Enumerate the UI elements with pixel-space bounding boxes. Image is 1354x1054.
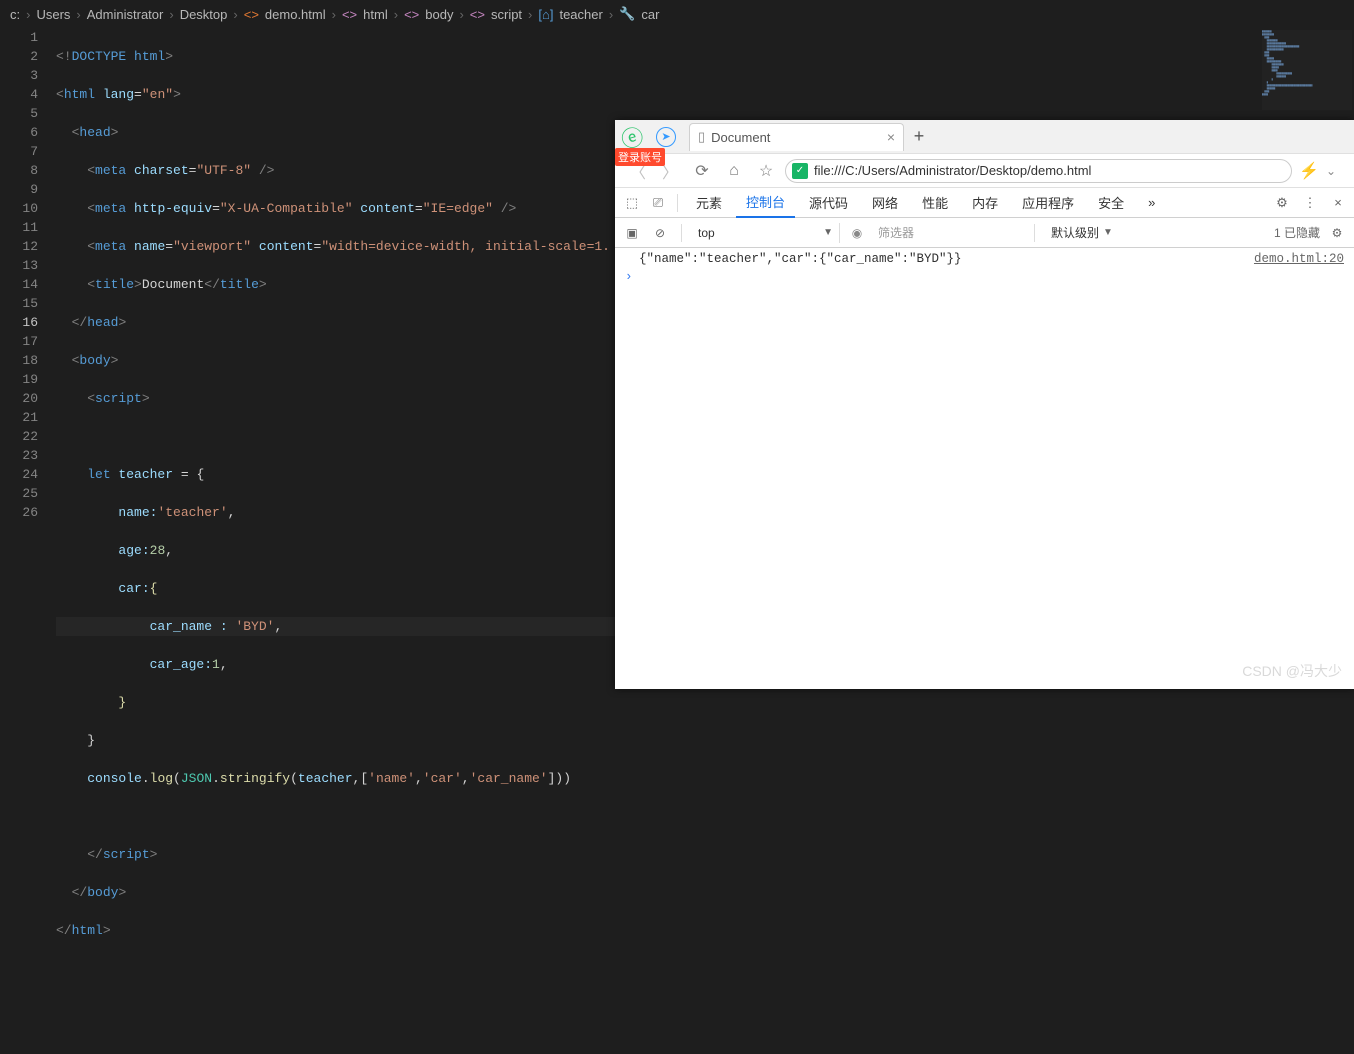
address-bar: 〈 〉 ⟳ ⌂ ☆ ✓ file:///C:/Users/Administrat… [615,154,1354,188]
chevron-right-icon: › [528,7,532,22]
tab-sources[interactable]: 源代码 [799,188,858,218]
tab-elements[interactable]: 元素 [686,188,732,218]
chevron-down-icon: ▼ [1103,227,1113,238]
minimap[interactable]: ██████████████████ ████ █████████ ██████… [1262,30,1352,110]
bc-desktop[interactable]: Desktop [180,7,228,22]
html-file-icon: <> [244,7,259,22]
url-text: file:///C:/Users/Administrator/Desktop/d… [814,163,1091,178]
console-prompt[interactable]: › [625,270,1344,284]
chevron-right-icon: › [332,7,336,22]
console-output[interactable]: {"name":"teacher","car":{"car_name":"BYD… [615,248,1354,689]
watermark: CSDN @冯大少 [1242,661,1342,681]
login-badge[interactable]: 登录账号 [615,148,665,166]
bc-car[interactable]: car [641,7,659,22]
browser-window: 登录账号 ⓔ ➤ ▯ Document × + 〈 〉 ⟳ ⌂ ☆ ✓ file… [615,120,1354,689]
tab-network[interactable]: 网络 [862,188,908,218]
browser-tab[interactable]: ▯ Document × [689,123,904,151]
close-tab-icon[interactable]: × [887,129,895,145]
separator [681,224,682,242]
bc-admin[interactable]: Administrator [87,7,164,22]
log-source-link[interactable]: demo.html:20 [1254,252,1344,266]
tab-memory[interactable]: 内存 [962,188,1008,218]
breadcrumb: c: › Users › Administrator › Desktop › <> de… [0,0,1354,28]
filter-input[interactable]: 筛选器 [874,223,1024,243]
clear-icon[interactable]: ⊘ [649,226,671,240]
chevron-right-icon: › [169,7,173,22]
console-filterbar: ▣ ⊘ top ▼ ◉ 筛选器 默认级别 ▼ 1 已隐藏 ⚙ [615,218,1354,248]
tab-console[interactable]: 控制台 [736,188,795,218]
line-gutter: 1234567891011121314151617181920212223242… [0,28,56,689]
tabs-overflow[interactable]: » [1138,188,1165,218]
tab-performance[interactable]: 性能 [912,188,958,218]
chevron-right-icon: › [26,7,30,22]
object-icon: [⌂] [538,7,553,22]
level-select[interactable]: 默认级别 ▼ [1045,224,1119,241]
bc-html[interactable]: html [363,7,388,22]
bc-script[interactable]: script [491,7,522,22]
url-input[interactable]: ✓ file:///C:/Users/Administrator/Desktop… [785,159,1292,183]
chevron-right-icon: › [459,7,463,22]
tab-security[interactable]: 安全 [1088,188,1134,218]
tab-title: Document [711,130,770,145]
tag-icon: <> [470,7,485,22]
wrench-icon: 🔧 [619,6,635,22]
hidden-count[interactable]: 1 已隐藏 [1274,224,1320,241]
separator [677,194,678,212]
tag-icon: <> [342,7,357,22]
kebab-icon[interactable]: ⋮ [1300,195,1320,211]
bc-file[interactable]: demo.html [265,7,326,22]
new-tab-button[interactable]: + [904,126,934,147]
chevron-down-icon: ▼ [823,227,833,238]
chevron-down-icon[interactable]: ⌄ [1326,164,1344,178]
close-icon[interactable]: × [1328,195,1348,210]
home-icon[interactable]: ⌂ [721,162,747,180]
bc-teacher[interactable]: teacher [559,7,602,22]
reload-icon[interactable]: ⟳ [689,161,715,181]
browser-tabstrip: ⓔ ➤ ▯ Document × + [615,120,1354,154]
shield-icon: ✓ [792,163,808,179]
bc-users[interactable]: Users [36,7,70,22]
chevron-right-icon: › [609,7,613,22]
favorite-icon[interactable]: ☆ [753,161,779,181]
tab-application[interactable]: 应用程序 [1012,188,1084,218]
device-icon[interactable]: ⎚ [647,195,669,211]
log-message: {"name":"teacher","car":{"car_name":"BYD… [639,252,962,266]
gear-icon[interactable]: ⚙ [1272,195,1292,211]
bc-drive[interactable]: c: [10,7,20,22]
separator [1034,224,1035,242]
flash-icon[interactable]: ⚡ [1298,161,1320,181]
devtools-tabs: ⬚ ⎚ 元素 控制台 源代码 网络 性能 内存 应用程序 安全 » ⚙ ⋮ × [615,188,1354,218]
chevron-right-icon: › [394,7,398,22]
inspect-icon[interactable]: ⬚ [621,195,643,211]
eye-icon[interactable]: ◉ [846,226,868,240]
context-select[interactable]: top ▼ [692,223,840,243]
gear-icon[interactable]: ⚙ [1326,226,1348,240]
page-icon: ▯ [698,129,705,145]
bc-body[interactable]: body [425,7,453,22]
console-log-row: {"name":"teacher","car":{"car_name":"BYD… [625,252,1344,266]
chevron-right-icon: › [76,7,80,22]
chevron-right-icon: › [233,7,237,22]
tag-icon: <> [404,7,419,22]
play-icon[interactable]: ▣ [621,226,643,240]
